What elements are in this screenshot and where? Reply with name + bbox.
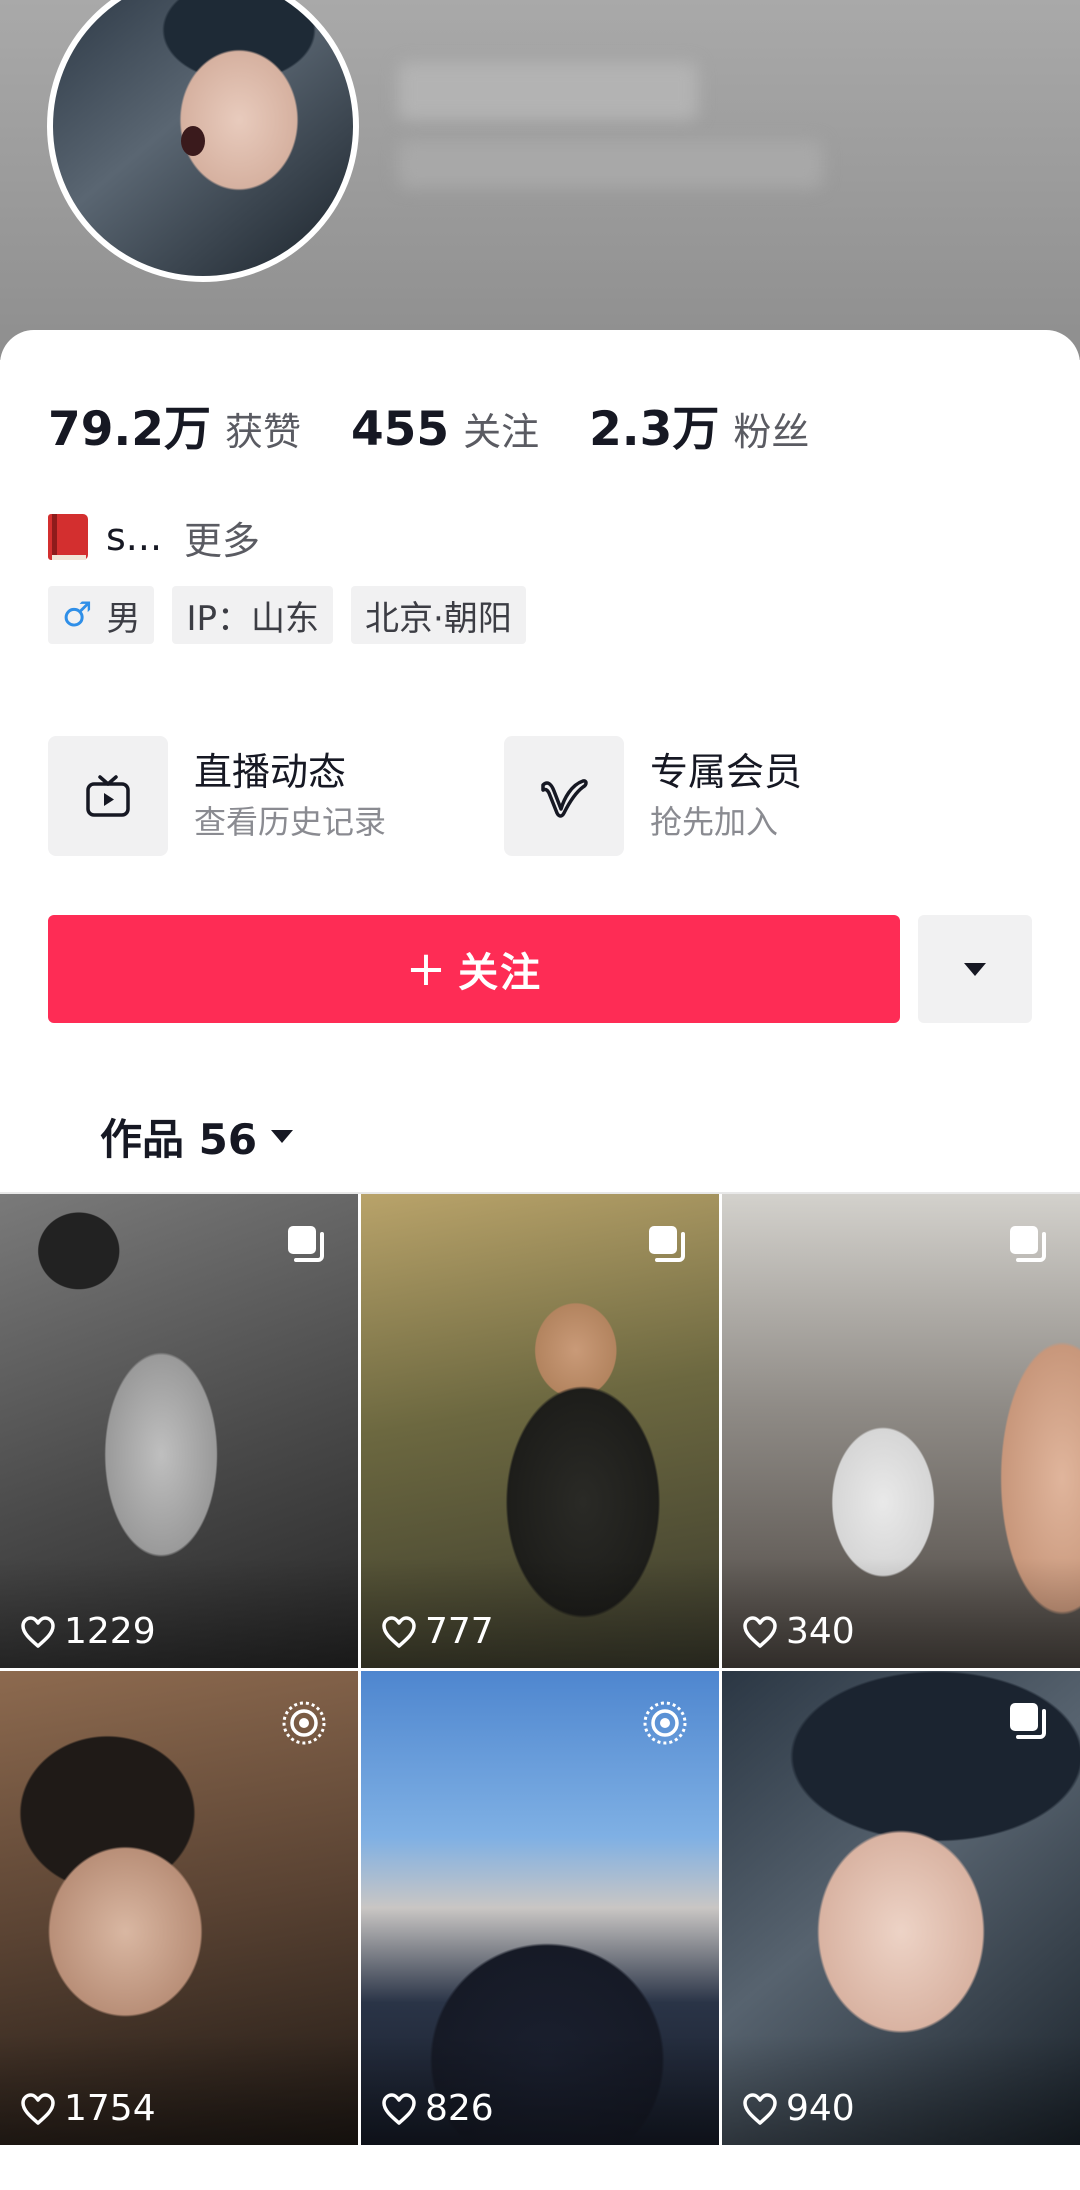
like-count: 340 [742,1611,855,1652]
like-count: 1754 [20,2088,156,2129]
more-options-button[interactable] [918,915,1032,1023]
video-tile[interactable]: 777 [361,1194,719,1668]
bio: s... 更多 [48,510,260,565]
live-photo-icon [280,1699,328,1751]
tab-works[interactable]: 作品 56 [100,1106,294,1167]
like-count: 826 [381,2088,494,2129]
video-tile[interactable]: 1754 [0,1671,358,2145]
male-icon: ♂ [62,595,93,635]
membership-entry[interactable]: 专属会员 抢先加入 [504,736,802,856]
stat-followers[interactable]: 2.3万 粉丝 [589,390,809,459]
bio-more-link[interactable]: 更多 [184,510,260,565]
profile-tags: ♂ 男 IP：山东 北京·朝阳 [48,586,544,644]
live-photo-icon [641,1699,689,1751]
like-count: 940 [742,2088,855,2129]
v-badge-icon [504,736,624,856]
avatar-detail [181,126,205,156]
like-count-value: 777 [425,1611,494,1652]
like-count-value: 940 [786,2088,855,2129]
heart-icon [743,1615,777,1648]
stat-label: 关注 [463,410,540,454]
stat-label: 获赞 [224,410,301,454]
bio-text: s... [106,515,163,559]
follow-button-label: 关注 [458,950,543,996]
multi-image-icon [1006,1222,1050,1270]
live-history-entry[interactable]: 直播动态 查看历史记录 [48,736,386,856]
plus-icon: + [405,941,449,997]
like-count: 777 [381,1611,494,1652]
tag-ip: IP：山东 [172,586,334,644]
book-icon [48,514,88,560]
follow-button[interactable]: + 关注 [48,915,900,1023]
tab-works-label: 作品 56 [100,1115,258,1164]
heart-icon [382,1615,416,1648]
feature-title: 直播动态 [194,750,347,794]
feature-title: 专属会员 [650,750,803,794]
like-count-value: 826 [425,2088,494,2129]
live-tv-icon [48,736,168,856]
like-count-value: 1229 [64,1611,156,1652]
stat-value: 79.2万 [48,402,211,457]
stat-likes[interactable]: 79.2万 获赞 [48,390,301,459]
caret-down-icon [964,962,986,976]
feature-entries: 直播动态 查看历史记录 专属会员 抢先加入 [48,736,1048,856]
like-count-value: 340 [786,1611,855,1652]
profile-stats: 79.2万 获赞 455 关注 2.3万 粉丝 [48,390,859,457]
video-tile[interactable]: 826 [361,1671,719,2145]
heart-icon [21,1615,55,1648]
blurred-user-id [398,140,823,188]
like-count-value: 1754 [64,2088,156,2129]
video-tile[interactable]: 340 [722,1194,1080,1668]
tag-gender: ♂ 男 [48,586,155,644]
caret-down-icon [271,1130,294,1143]
stat-value: 2.3万 [589,402,720,457]
video-tile[interactable]: 1229 [0,1194,358,1668]
heart-icon [382,2092,416,2125]
video-tile[interactable]: 940 [722,1671,1080,2145]
multi-image-icon [284,1222,328,1270]
stat-following[interactable]: 455 关注 [351,401,539,457]
heart-icon [743,2092,777,2125]
feature-subtitle: 抢先加入 [650,803,779,841]
feature-subtitle: 查看历史记录 [194,803,387,841]
multi-image-icon [645,1222,689,1270]
tag-gender-label: 男 [106,598,141,639]
blurred-username [398,62,698,120]
stat-label: 粉丝 [733,410,810,454]
like-count: 1229 [20,1611,156,1652]
multi-image-icon [1006,1699,1050,1747]
heart-icon [21,2092,55,2125]
tag-location: 北京·朝阳 [351,586,526,644]
stat-value: 455 [350,402,450,457]
